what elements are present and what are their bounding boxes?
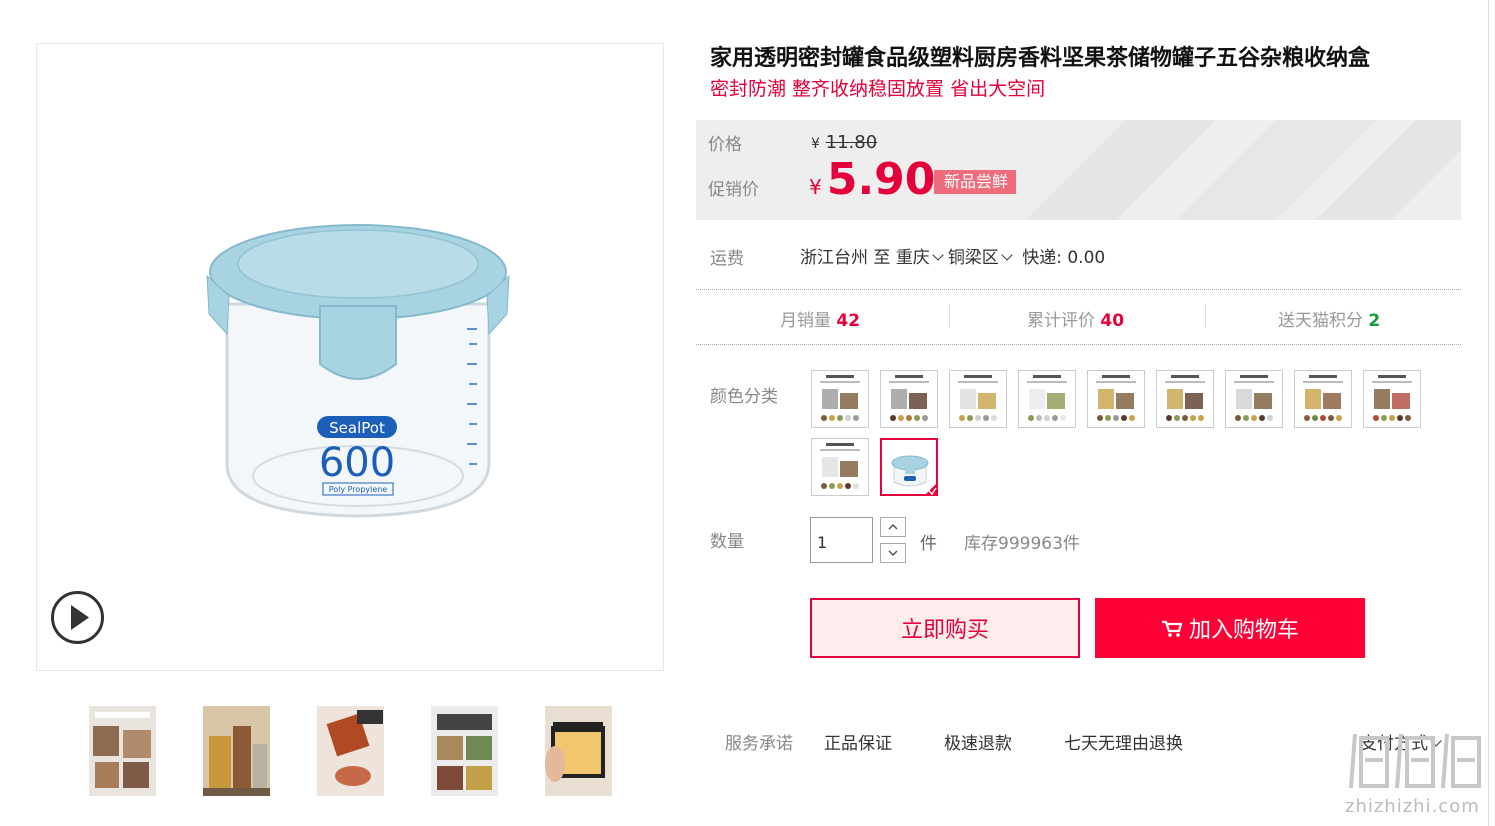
service-authentic[interactable]: 正品保证 bbox=[824, 729, 892, 754]
promo-price: ¥ 5.90 bbox=[809, 154, 935, 205]
add-to-cart-button[interactable]: 加入购物车 bbox=[1095, 598, 1365, 658]
color-swatch[interactable] bbox=[880, 370, 938, 428]
color-swatch[interactable] bbox=[1087, 370, 1145, 428]
tmall-points: 送天猫积分 2 bbox=[1278, 306, 1380, 331]
ship-express-fee: 快递: 0.00 bbox=[1022, 248, 1106, 268]
review-count-value: 40 bbox=[1100, 311, 1125, 331]
color-swatch[interactable] bbox=[1363, 370, 1421, 428]
image-capacity-text: 600 bbox=[319, 440, 395, 486]
stat-separator bbox=[949, 304, 950, 328]
ship-district: 铜梁区 bbox=[947, 248, 999, 268]
stat-separator bbox=[1205, 304, 1206, 328]
divider bbox=[696, 289, 1461, 290]
promo-price-label: 促销价 bbox=[708, 180, 759, 200]
product-subtitle: 密封防潮 整齐收纳稳固放置 省出大空间 bbox=[710, 78, 1046, 100]
service-label: 服务承诺 bbox=[725, 734, 793, 754]
gallery-thumbnail[interactable] bbox=[431, 706, 498, 796]
right-edge-divider bbox=[1488, 0, 1489, 826]
quantity-input[interactable] bbox=[810, 517, 873, 563]
gallery-thumbnail[interactable] bbox=[203, 706, 270, 796]
gallery-thumbnail[interactable] bbox=[89, 706, 156, 796]
main-product-image[interactable]: SealPot 600 Poly Propylene bbox=[36, 43, 664, 671]
tmall-points-label: 送天猫积分 bbox=[1278, 311, 1363, 331]
chevron-up-icon bbox=[888, 523, 898, 530]
new-product-badge: 新品尝鲜 bbox=[934, 170, 1017, 194]
quantity-label: 数量 bbox=[710, 532, 744, 552]
review-count[interactable]: 累计评价 40 bbox=[1027, 306, 1124, 331]
site-watermark-text: zhizhizhi.com bbox=[1345, 796, 1480, 817]
quantity-decrease-button[interactable] bbox=[880, 543, 906, 563]
quantity-increase-button[interactable] bbox=[880, 517, 906, 537]
shipping-info: 浙江台州 至 重庆 铜梁区 快递: 0.00 bbox=[800, 243, 1105, 268]
image-material-text: Poly Propylene bbox=[329, 485, 388, 494]
ship-city: 重庆 bbox=[895, 248, 930, 268]
shipping-label: 运费 bbox=[710, 249, 744, 269]
ship-to-word: 至 bbox=[873, 248, 891, 268]
color-label: 颜色分类 bbox=[710, 387, 778, 407]
original-price-value: 11.80 bbox=[825, 132, 878, 153]
color-swatch[interactable] bbox=[1225, 370, 1283, 428]
promo-currency-symbol: ¥ bbox=[809, 175, 822, 199]
color-swatch[interactable] bbox=[811, 438, 869, 496]
service-seven-day-return[interactable]: 七天无理由退换 bbox=[1064, 729, 1183, 754]
tmall-points-value: 2 bbox=[1368, 311, 1381, 331]
color-swatch[interactable] bbox=[1294, 370, 1352, 428]
ship-district-select[interactable]: 铜梁区 bbox=[948, 248, 1017, 268]
chevron-down-icon bbox=[1001, 249, 1013, 261]
stock-count: 库存999963件 bbox=[964, 534, 1080, 554]
color-swatch[interactable] bbox=[880, 438, 938, 496]
play-video-icon[interactable] bbox=[50, 590, 105, 645]
ship-city-select[interactable]: 重庆 bbox=[896, 248, 948, 268]
service-fast-refund[interactable]: 极速退款 bbox=[944, 729, 1012, 754]
color-swatch[interactable] bbox=[1018, 370, 1076, 428]
gallery-thumbnail[interactable] bbox=[545, 706, 612, 796]
currency-symbol: ¥ bbox=[811, 136, 820, 152]
buy-now-button[interactable]: 立即购买 bbox=[810, 598, 1080, 658]
gallery-thumbnail[interactable] bbox=[317, 706, 384, 796]
color-swatch[interactable] bbox=[949, 370, 1007, 428]
chevron-down-icon bbox=[932, 249, 944, 261]
monthly-sales-value: 42 bbox=[836, 311, 861, 331]
review-count-label: 累计评价 bbox=[1027, 311, 1095, 331]
color-swatch[interactable] bbox=[811, 370, 869, 428]
promo-price-value: 5.90 bbox=[826, 154, 936, 205]
divider bbox=[696, 344, 1461, 345]
quantity-unit: 件 bbox=[920, 534, 937, 554]
monthly-sales: 月销量 42 bbox=[780, 306, 860, 331]
site-watermark-logo bbox=[1349, 733, 1481, 789]
color-swatch[interactable] bbox=[1156, 370, 1214, 428]
price-label: 价格 bbox=[708, 135, 742, 155]
price-panel: 价格 ¥ 11.80 促销价 ¥ 5.90 新品尝鲜 bbox=[696, 120, 1461, 220]
add-to-cart-label: 加入购物车 bbox=[1188, 618, 1299, 643]
monthly-sales-label: 月销量 bbox=[780, 311, 831, 331]
ship-from: 浙江台州 bbox=[800, 248, 868, 268]
image-brand-text: SealPot bbox=[329, 419, 385, 437]
product-title: 家用透明密封罐食品级塑料厨房香料坚果茶储物罐子五谷杂粮收纳盒 bbox=[710, 46, 1371, 71]
original-price: ¥ 11.80 bbox=[811, 132, 877, 153]
cart-icon bbox=[1161, 620, 1183, 637]
chevron-down-icon bbox=[888, 550, 898, 557]
